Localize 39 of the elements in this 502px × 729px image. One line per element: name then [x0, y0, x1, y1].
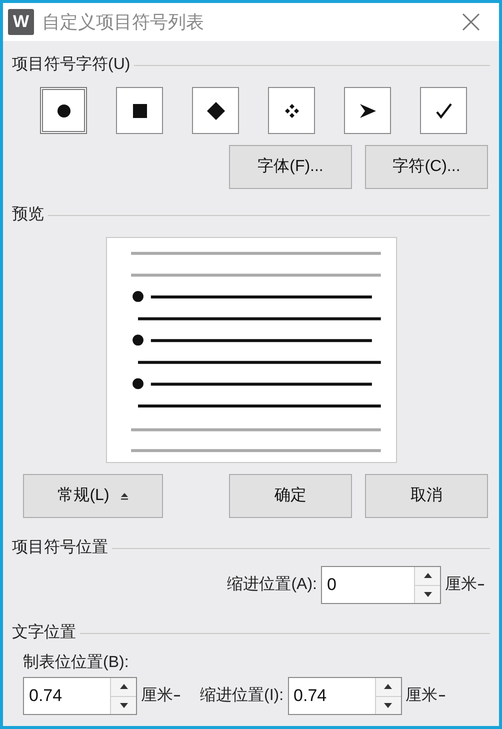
up-arrow-icon: [384, 684, 392, 690]
app-logo: W: [8, 9, 34, 35]
section-title: 项目符号位置: [12, 538, 108, 558]
dot-icon: [56, 104, 70, 118]
section-title: 文字位置: [12, 622, 76, 643]
bullet-option[interactable]: [40, 87, 87, 134]
dialog-button[interactable]: 字体(F)...: [229, 145, 352, 189]
ok-button[interactable]: 确定: [229, 474, 352, 518]
unit-label: 厘米: [445, 574, 477, 595]
section-title: 项目符号字符(U): [12, 54, 130, 75]
normal-button[interactable]: 常规(L): [23, 474, 163, 518]
diamond-icon: [206, 102, 224, 120]
field-label: 缩进位置(I):: [200, 686, 284, 706]
four-diamonds-icon: [284, 104, 298, 118]
up-arrow-icon: [424, 573, 432, 578]
close-icon[interactable]: [462, 13, 480, 31]
caret-up-icon: [121, 492, 128, 500]
arrowhead-icon: [360, 104, 376, 118]
dialog-button[interactable]: 字符(C)...: [365, 145, 488, 189]
square-icon: [132, 104, 146, 118]
number-field[interactable]: 0.74: [288, 677, 402, 715]
window-title: 自定义项目符号列表: [42, 10, 204, 34]
bullet-option[interactable]: [344, 87, 391, 134]
down-arrow-icon: [424, 592, 432, 597]
bullet-option[interactable]: [116, 87, 163, 134]
unit-label: 厘米: [406, 686, 438, 706]
down-arrow-icon: [120, 702, 128, 708]
unit-label: 厘米: [141, 686, 173, 706]
number-field[interactable]: 0: [321, 566, 441, 604]
bullet-option[interactable]: [192, 87, 239, 134]
check-icon: [436, 102, 452, 118]
field-label: 制表位位置(B):: [23, 652, 130, 673]
field-label: 缩进位置(A):: [227, 574, 317, 595]
down-arrow-icon: [384, 702, 392, 708]
bullet-option[interactable]: [420, 87, 467, 134]
up-arrow-icon: [120, 684, 128, 690]
section-title: 预览: [12, 205, 44, 225]
number-field[interactable]: 0.74: [23, 677, 137, 715]
cancel-button[interactable]: 取消: [365, 474, 488, 518]
